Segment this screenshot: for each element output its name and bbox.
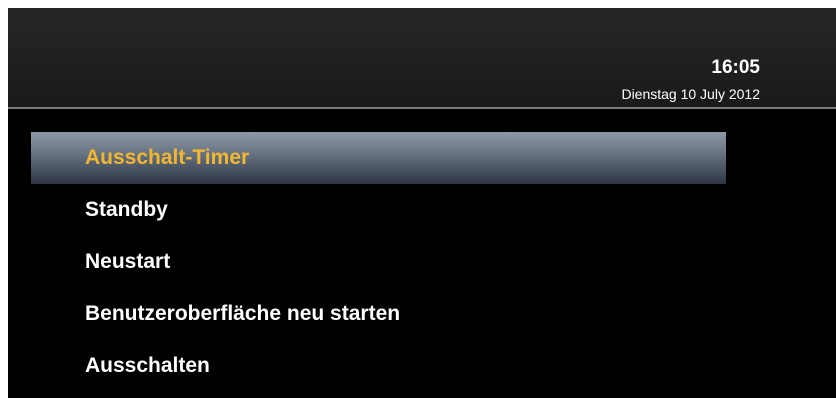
clock-date: Dienstag 10 July 2012 <box>621 86 760 102</box>
tv-screen: 16:05 Dienstag 10 July 2012 Ausschalt-Ti… <box>8 8 836 398</box>
menu-item-standby[interactable]: Standby <box>31 184 726 236</box>
header-bar: 16:05 Dienstag 10 July 2012 <box>8 8 836 107</box>
menu-item-shutdown[interactable]: Ausschalten <box>31 340 726 392</box>
shutdown-menu: Ausschalt-Timer Standby Neustart Benutze… <box>31 132 726 392</box>
header-divider <box>8 107 836 109</box>
menu-item-restart-gui[interactable]: Benutzeroberfläche neu starten <box>31 288 726 340</box>
menu-item-restart[interactable]: Neustart <box>31 236 726 288</box>
clock-time: 16:05 <box>711 57 760 78</box>
menu-item-sleep-timer[interactable]: Ausschalt-Timer <box>31 132 726 184</box>
